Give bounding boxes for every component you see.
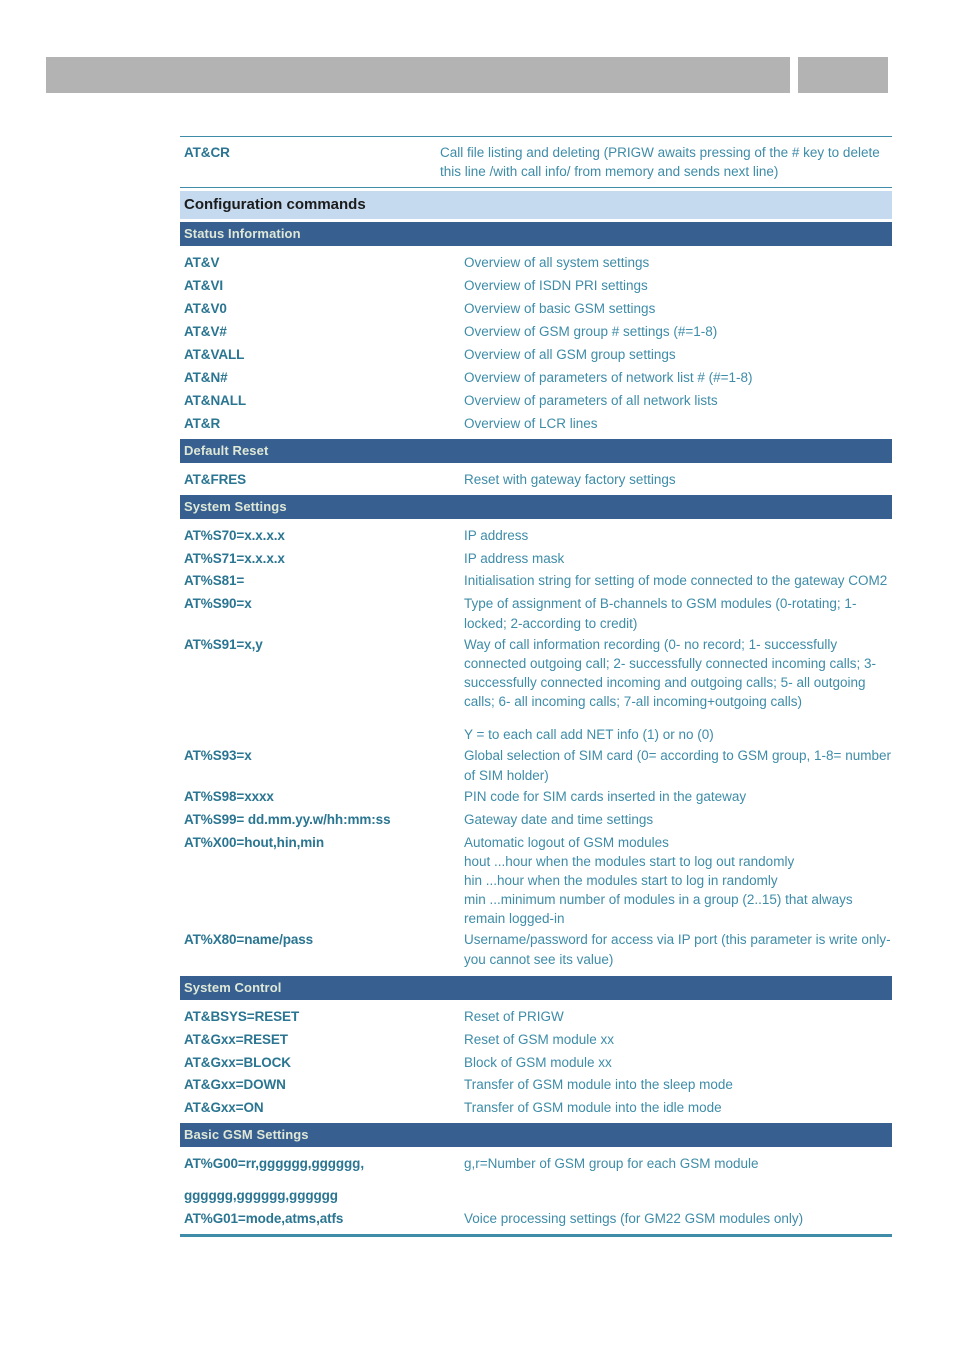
- command-description: Reset of GSM module xx: [464, 1031, 615, 1047]
- table-row: AT&Gxx=RESET Reset of GSM module xx: [180, 1029, 892, 1052]
- command-description: Reset of PRIGW: [464, 1008, 564, 1024]
- command-name: AT&VALL: [184, 347, 245, 362]
- table-row: AT&BSYS=RESET Reset of PRIGW: [180, 1006, 892, 1029]
- table-row: AT%X00=hout,hin,min Automatic logout of …: [180, 832, 892, 930]
- command-description: Overview of parameters of network list #…: [464, 369, 753, 385]
- table-row: AT%S90=x Type of assignment of B-channel…: [180, 593, 892, 633]
- command-name: AT%X80=name/pass: [184, 932, 314, 948]
- table-row: AT%G00=rr,gggggg,gggggg, gggggg,gggggg,g…: [180, 1153, 892, 1208]
- command-description: IP address: [464, 527, 529, 543]
- subsection-header-system-settings: System Settings: [180, 494, 892, 519]
- command-description: g,r=Number of GSM group for each GSM mod…: [464, 1156, 759, 1172]
- command-name: AT%S99= dd.mm.yy.w/hh:mm:ss: [184, 811, 391, 827]
- command-name: AT&V: [184, 255, 220, 271]
- table-row: AT%S99= dd.mm.yy.w/hh:mm:ss Gateway date…: [180, 809, 892, 832]
- command-name: AT%S71=x.x.x.x: [184, 550, 285, 566]
- subsection-header-status-information: Status Information: [180, 222, 892, 247]
- command-description: Gateway date and time settings: [464, 811, 654, 827]
- table-row: AT%S70=x.x.x.x IP address: [180, 525, 892, 548]
- header-bar-left: [46, 57, 790, 93]
- command-description: Overview of all system settings: [464, 255, 650, 271]
- divider-bottom: [180, 1234, 892, 1238]
- command-name: AT&BSYS=RESET: [184, 1008, 300, 1024]
- command-description: Overview of parameters of all network li…: [464, 392, 718, 408]
- table-row: AT&FRES Reset with gateway factory setti…: [180, 469, 892, 492]
- command-name: AT%S93=x: [184, 748, 252, 764]
- command-description: Global selection of SIM card (0= accordi…: [464, 748, 891, 783]
- command-description: Overview of GSM group # settings (#=1-8): [464, 324, 718, 340]
- command-description: PIN code for SIM cards inserted in the g…: [464, 788, 747, 804]
- table-row: AT&V Overview of all system settings: [180, 252, 892, 275]
- table-row: AT%G01=mode,atms,atfs Voice processing s…: [180, 1208, 892, 1231]
- table-row: AT&Gxx=ON Transfer of GSM module into th…: [180, 1097, 892, 1120]
- table-row: AT%X80=name/pass Username/password for a…: [180, 929, 892, 969]
- command-description-extra: Y = to each call add NET info (1) or no …: [464, 727, 714, 743]
- command-description: IP address mask: [464, 550, 565, 566]
- command-name: AT%X00=hout,hin,min: [184, 834, 324, 850]
- table-row: AT%S81= Initialisation string for settin…: [180, 570, 892, 593]
- command-name: AT&VI: [184, 278, 223, 294]
- table-row: AT&CR Call file listing and deleting (PR…: [180, 137, 892, 187]
- command-name: AT%S91=x,y: [184, 636, 263, 652]
- table-row: AT%S93=x Global selection of SIM card (0…: [180, 745, 892, 785]
- table-row: AT&VI Overview of ISDN PRI settings: [180, 275, 892, 298]
- command-name-wrapper: AT%G00=rr,gggggg,gggggg, gggggg,gggggg,g…: [180, 1154, 464, 1207]
- command-description: Transfer of GSM module into the idle mod…: [464, 1100, 722, 1116]
- command-description: Overview of LCR lines: [464, 415, 598, 431]
- command-description: Username/password for access via IP port…: [464, 932, 891, 967]
- page-header-band: [46, 57, 888, 93]
- table-row: AT&N# Overview of parameters of network …: [180, 367, 892, 390]
- table-row: AT%S98=xxxx PIN code for SIM cards inser…: [180, 786, 892, 809]
- command-description: Automatic logout of GSM modules hout ...…: [464, 834, 853, 927]
- command-name: AT%S70=x.x.x.x: [184, 527, 285, 543]
- command-description: Voice processing settings (for GM22 GSM …: [464, 1211, 804, 1227]
- command-reference-table: AT&CR Call file listing and deleting (PR…: [180, 136, 892, 1238]
- command-description: Overview of ISDN PRI settings: [464, 278, 648, 294]
- table-row: AT&V# Overview of GSM group # settings (…: [180, 321, 892, 344]
- command-name: AT&V0: [184, 301, 227, 317]
- command-description: Way of call information recording (0- no…: [464, 636, 876, 710]
- command-name: AT%G01=mode,atms,atfs: [184, 1211, 344, 1227]
- command-name: AT%S90=x: [184, 596, 252, 612]
- command-description: Overview of all GSM group settings: [464, 347, 676, 362]
- table-row: AT&Gxx=BLOCK Block of GSM module xx: [180, 1052, 892, 1075]
- command-description: Type of assignment of B-channels to GSM …: [464, 596, 857, 631]
- command-description: Block of GSM module xx: [464, 1054, 612, 1070]
- table-row: AT&VALL Overview of all GSM group settin…: [180, 344, 892, 367]
- command-name: AT&R: [184, 415, 221, 431]
- table-row: AT&NALL Overview of parameters of all ne…: [180, 390, 892, 413]
- command-name: AT%G00=rr,gggggg,gggggg,: [184, 1156, 364, 1172]
- command-description: Reset with gateway factory settings: [464, 471, 676, 487]
- table-row: AT&V0 Overview of basic GSM settings: [180, 298, 892, 321]
- header-bar-right: [798, 57, 888, 93]
- command-name: AT&Gxx=BLOCK: [184, 1054, 291, 1070]
- command-name: AT&CR: [184, 145, 230, 160]
- command-name: AT%S98=xxxx: [184, 788, 274, 804]
- command-description: Initialisation string for setting of mod…: [464, 573, 888, 589]
- table-row: AT%S91=x,y Way of call information recor…: [180, 634, 892, 746]
- subsection-header-basic-gsm-settings: Basic GSM Settings: [180, 1123, 892, 1148]
- command-name: AT&Gxx=ON: [184, 1100, 264, 1116]
- command-description: Transfer of GSM module into the sleep mo…: [464, 1077, 733, 1093]
- table-row: AT&R Overview of LCR lines: [180, 413, 892, 436]
- command-name: AT&N#: [184, 369, 228, 385]
- table-row: AT%S71=x.x.x.x IP address mask: [180, 548, 892, 571]
- subsection-header-default-reset: Default Reset: [180, 438, 892, 463]
- command-name: AT&NALL: [184, 392, 247, 408]
- command-description: Overview of basic GSM settings: [464, 301, 656, 317]
- table-row: AT&Gxx=DOWN Transfer of GSM module into …: [180, 1074, 892, 1097]
- command-name: AT&Gxx=DOWN: [184, 1077, 286, 1093]
- command-name-continuation: gggggg,gggggg,gggggg: [184, 1188, 338, 1204]
- command-name: AT&FRES: [184, 471, 247, 487]
- command-name: AT%S81=: [184, 573, 245, 589]
- subsection-header-system-control: System Control: [180, 975, 892, 1000]
- command-name: AT&Gxx=RESET: [184, 1031, 288, 1047]
- command-name: AT&V#: [184, 324, 227, 340]
- section-heading-configuration-commands: Configuration commands: [180, 191, 892, 220]
- command-description: Call file listing and deleting (PRIGW aw…: [440, 145, 880, 180]
